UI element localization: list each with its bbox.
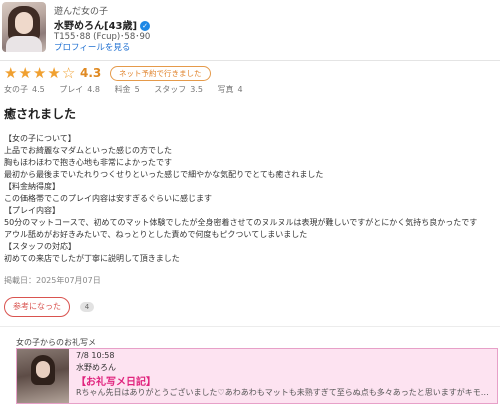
thanks-thumbnail[interactable] [17,349,69,403]
posted-date: 掲載日：2025年07月07日 [4,276,101,285]
thanks-photo-card[interactable]: 7/8 10:58 水野めろん 【お礼写メ日記】 Rちゃん先日はありがとうござい… [16,348,498,404]
thanks-section-label: 女の子からのお礼写メ [16,338,96,347]
visited-label: 遊んだ女の子 [54,7,109,17]
score-value: 4.5 [32,85,45,94]
score-label: 料金 [114,85,131,94]
review-title: 癒されました [4,107,77,121]
thanks-title: 【お礼写メ日記】 [76,377,156,388]
star-rating: ★★★★☆ [4,64,76,82]
thanks-message: Rちゃん先日はありがとうございました♡あわあわもマットも未熟すぎて至らぬ点も多々… [76,388,494,397]
review-line: 初めての来店でしたが丁寧に説明して頂きました [4,254,180,263]
score-label: 女の子 [4,85,28,94]
review-line: 【スタッフの対応】 [4,242,76,251]
helpful-button[interactable]: 参考になった [4,297,70,317]
score-value: 5 [134,85,140,94]
review-line: 【女の子について】 [4,134,76,143]
review-line: この価格帯でこのプレイ内容は安すぎるぐらいに感じます [4,194,212,203]
star-full-icon: ★ [32,64,48,82]
net-reservation-badge: ネット予約で行きました [110,66,211,81]
review-line: 【料金納得度】 [4,182,60,191]
avatar-face [15,12,33,34]
star-full-icon: ★ [47,64,62,82]
score-label: 写真 [217,85,234,94]
score-label: プレイ [59,85,84,94]
profile-header: 遊んだ女の子 水野めろん[43歳] ✓ T155･88 (Fcup)･58･90 … [0,0,500,60]
avatar-body [6,36,42,52]
review-line: 【プレイ内容】 [4,206,60,215]
review-line: 50分のマットコースで、初めてのマット体験でしたが全身密着させてのヌルヌルは表現… [4,218,478,227]
review-line: 胸もほわほわで抱き心地も非常によかったです [4,158,172,167]
rating-score: 4.3 [80,66,102,80]
divider [0,326,500,327]
review-line: アウル舐めがお好きみたいで、ねっとりとした責めで何度もピクついてしまいました [4,230,308,239]
score-value: 3.5 [190,85,203,94]
review-body: 【女の子について】 上品でお綺麗なマダムといった感じの方でした 胸もほわほわで抱… [4,133,498,265]
review-line: 上品でお綺麗なマダムといった感じの方でした [4,146,172,155]
star-empty-icon: ☆ [61,64,77,82]
score-value: 4 [237,85,243,94]
girl-avatar[interactable] [2,2,46,52]
score-breakdown: 女の子 4.5 プレイ 4.8 料金 5 スタッフ 3.5 写真 4 [4,84,255,95]
score-label: スタッフ [154,85,187,94]
thanks-date: 7/8 10:58 [76,351,115,360]
star-full-icon: ★ [18,64,33,82]
score-value: 4.8 [87,85,101,94]
review-line: 最初から最後までいたれりつくせりといった感じで細やかな気配りでとても癒されました [4,170,324,179]
profile-link[interactable]: プロフィールを見る [54,41,130,53]
thanks-name: 水野めろん [76,363,116,372]
star-full-icon: ★ [4,64,19,82]
divider [0,60,500,61]
thumbnail-face [36,361,50,378]
helpful-count-badge: 4 [80,302,94,312]
